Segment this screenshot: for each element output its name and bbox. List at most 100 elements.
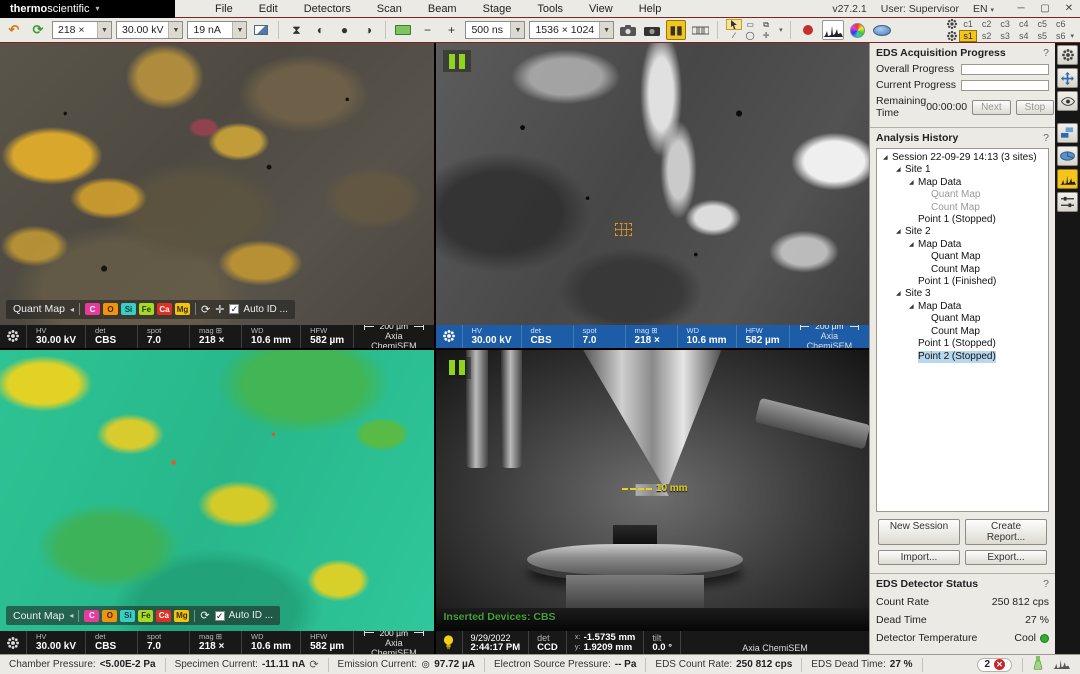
tree-item[interactable]: Point 1 (Stopped) (879, 338, 1046, 350)
import-button[interactable]: Import... (878, 550, 960, 565)
element-chip-ca[interactable]: Ca (156, 610, 171, 622)
image-annotation-button[interactable]: ⧉ (758, 19, 774, 30)
visibility-button[interactable] (1057, 91, 1078, 111)
tree-item[interactable]: Count Map (879, 264, 1046, 276)
create-report-button[interactable]: Create Report... (965, 519, 1047, 545)
tree-expander-icon[interactable]: ◢ (909, 301, 918, 313)
line-measure-button[interactable]: ∕ (726, 30, 742, 41)
tree-item[interactable]: Count Map (879, 202, 1046, 214)
pause-scan-button[interactable]: ▮▮ (666, 20, 686, 40)
channel-c3[interactable]: c3 (996, 18, 1014, 30)
tree-item[interactable]: ◢Map Data (879, 301, 1046, 313)
beam-blank-button[interactable] (251, 20, 271, 40)
chevron-down-icon[interactable]: ▾ (779, 26, 783, 34)
menu-tools[interactable]: Tools (525, 2, 575, 16)
stage-move-button[interactable] (1057, 68, 1078, 88)
minimize-button[interactable]: ─ (1014, 3, 1028, 14)
tree-item[interactable]: Point 1 (Finished) (879, 276, 1046, 288)
export-button[interactable]: Export... (965, 550, 1047, 565)
magnification-dropdown[interactable]: 218 ×▼ (52, 21, 112, 39)
menu-beam[interactable]: Beam (416, 2, 469, 16)
beam-current-dropdown[interactable]: 19 nA▼ (187, 21, 247, 39)
auto-id-checkbox[interactable]: ✓ Auto ID ... (215, 610, 273, 621)
error-counter[interactable]: 2 ✕ (977, 658, 1012, 672)
tree-item[interactable]: ◢Map Data (879, 177, 1046, 189)
undo-button[interactable]: ↶ (4, 20, 24, 40)
menu-scan[interactable]: Scan (365, 2, 414, 16)
element-chip-mg[interactable]: Mg (175, 303, 190, 315)
help-icon[interactable]: ? (1043, 578, 1049, 590)
refresh-icon[interactable]: ⟳ (201, 303, 210, 316)
channel-s4[interactable]: s4 (1015, 30, 1033, 42)
high-voltage-dropdown[interactable]: 30.00 kV▼ (116, 21, 183, 39)
tree-item[interactable]: Point 1 (Stopped) (879, 214, 1046, 226)
tree-item[interactable]: ◢Site 1 (879, 164, 1046, 176)
menu-stage[interactable]: Stage (471, 2, 524, 16)
tree-item[interactable]: ◢Session 22-09-29 14:13 (3 sites) (879, 152, 1046, 164)
tree-item[interactable]: ◢Site 2 (879, 226, 1046, 238)
menu-view[interactable]: View (577, 2, 625, 16)
element-chip-o[interactable]: O (102, 610, 117, 622)
element-chip-c[interactable]: C (84, 610, 99, 622)
eds-spectrum-button[interactable] (822, 20, 844, 40)
frame-integration-button[interactable] (690, 20, 710, 40)
channel-s6[interactable]: s6 (1052, 30, 1070, 42)
menu-file[interactable]: File (203, 2, 245, 16)
pointer-tool-button[interactable] (726, 19, 742, 30)
refresh-icon[interactable]: ⟳ (309, 658, 318, 671)
snapshot-button[interactable] (618, 20, 638, 40)
collapse-left-icon[interactable]: ◂ (70, 305, 74, 314)
dwell-decrease-button[interactable]: − (417, 20, 437, 40)
help-icon[interactable]: ? (1043, 132, 1049, 144)
menu-detectors[interactable]: Detectors (292, 2, 363, 16)
collapse-left-icon[interactable]: ◂ (69, 611, 73, 620)
new-session-button[interactable]: New Session (878, 519, 960, 545)
channel-c5[interactable]: c5 (1033, 18, 1051, 30)
settings-sliders-button[interactable] (1057, 192, 1078, 212)
reduced-area-button[interactable] (393, 20, 413, 40)
channel-c6[interactable]: c6 (1052, 18, 1070, 30)
channel-c2[interactable]: c2 (978, 18, 996, 30)
chevron-down-icon[interactable]: ▾ (1070, 32, 1074, 40)
menu-edit[interactable]: Edit (247, 2, 290, 16)
brightness-button[interactable]: ● (334, 20, 354, 40)
menu-help[interactable]: Help (627, 2, 674, 16)
lasso-select-button[interactable]: ◯ (742, 30, 758, 41)
thermo-scientific-logo[interactable]: thermoscientific ▾ (0, 0, 175, 18)
channel-s1[interactable]: s1 (959, 30, 977, 42)
point-analysis-marker[interactable] (615, 223, 632, 236)
navigation-montage-button[interactable] (1057, 146, 1078, 166)
help-icon[interactable]: ? (1043, 47, 1049, 59)
element-chip-fe[interactable]: Fe (138, 610, 153, 622)
move-annotation-button[interactable]: ✛ (758, 30, 774, 41)
electron-image[interactable] (436, 43, 870, 325)
auto-contrast-brightness-button[interactable]: ◑ (358, 20, 378, 40)
element-chip-c[interactable]: C (85, 303, 100, 315)
channel-s2[interactable]: s2 (978, 30, 996, 42)
stage-disc-button[interactable] (872, 20, 892, 40)
tree-expander-icon[interactable]: ◢ (896, 226, 905, 238)
count-map-image[interactable]: Count Map ◂ COSiFeCaMg ⟳ ✓ Auto ID ... (0, 350, 434, 632)
tree-expander-icon[interactable]: ◢ (909, 239, 918, 251)
tree-item[interactable]: ◢Map Data (879, 239, 1046, 251)
element-chip-si[interactable]: Si (120, 610, 135, 622)
record-button[interactable] (798, 20, 818, 40)
tree-item[interactable]: Point 2 (Stopped) (879, 351, 1046, 363)
tree-item[interactable]: Count Map (879, 326, 1046, 338)
quad-chamber-camera[interactable]: 10 mm Inserted Devices: CBS 9/29/20222:4… (436, 350, 870, 655)
column-status-icon[interactable] (1033, 656, 1043, 673)
tree-expander-icon[interactable]: ◢ (883, 152, 892, 164)
eds-panel-button[interactable] (1057, 169, 1078, 189)
channel-c4[interactable]: c4 (1015, 18, 1033, 30)
dwell-time-dropdown[interactable]: 500 ns▼ (465, 21, 525, 39)
auto-id-checkbox[interactable]: ✓ Auto ID ... (229, 304, 287, 315)
tree-expander-icon[interactable]: ◢ (909, 177, 918, 189)
tree-item[interactable]: ◢Site 3 (879, 288, 1046, 300)
scan-preset-button[interactable]: ⧗ (286, 20, 306, 40)
tree-expander-icon[interactable]: ◢ (896, 164, 905, 176)
preferences-button[interactable] (1057, 45, 1078, 65)
tree-item[interactable]: Quant Map (879, 313, 1046, 325)
element-chip-ca[interactable]: Ca (157, 303, 172, 315)
quant-map-image[interactable]: Quant Map ◂ COSiFeCaMg ⟳ ✛ ✓ Auto ID ... (0, 43, 434, 325)
close-button[interactable]: ✕ (1062, 3, 1076, 14)
